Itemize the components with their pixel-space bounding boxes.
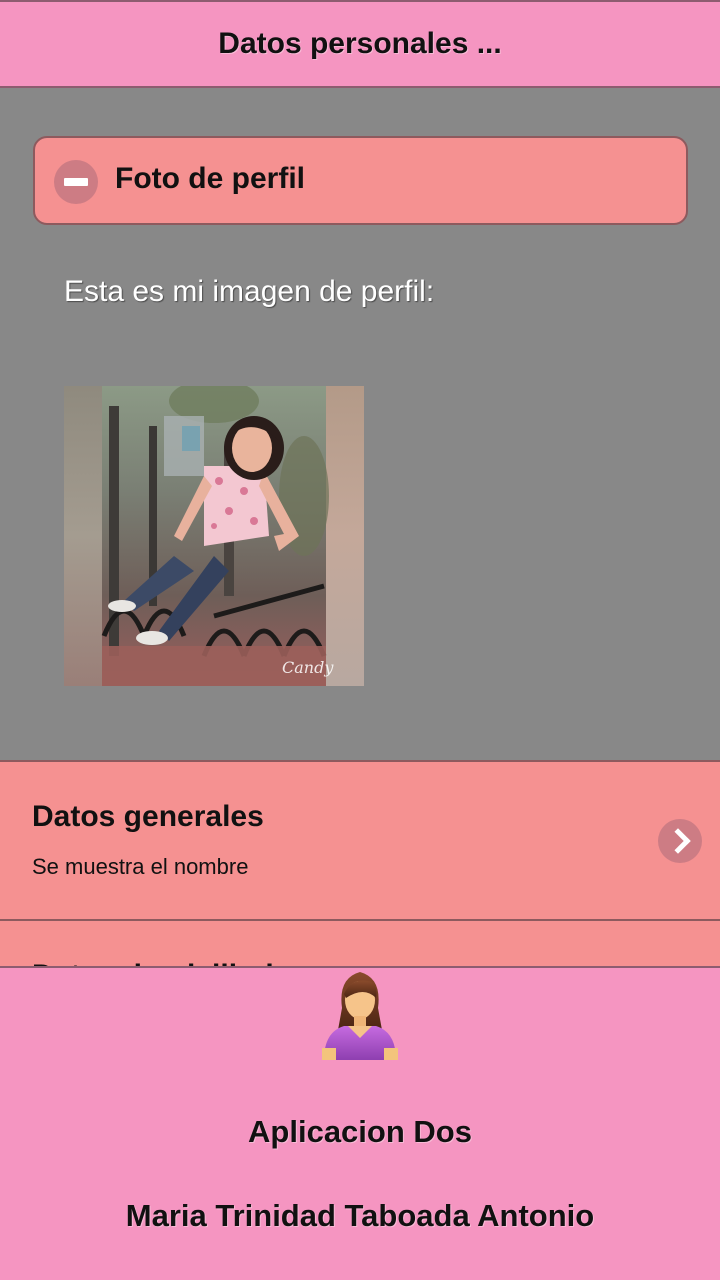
photo-watermark: Candy xyxy=(282,658,334,677)
minus-icon[interactable] xyxy=(54,160,98,204)
page-title: Datos personales ... xyxy=(218,27,502,60)
app-footer: Aplicacion Dos Maria Trinidad Taboada An… xyxy=(0,966,720,1280)
footer-app-name: Aplicacion Dos xyxy=(248,1114,472,1149)
footer-user-name: Maria Trinidad Taboada Antonio xyxy=(125,1198,595,1233)
collapsible-foto-de-perfil[interactable]: Foto de perfil xyxy=(33,136,688,225)
list-item-datos-domiciliarios[interactable]: Datos domiciliarios xyxy=(0,921,720,971)
app-header: Datos personales ... xyxy=(0,0,720,88)
profile-photo-image: Candy xyxy=(64,386,364,686)
main-content[interactable]: Foto de perfil Esta es mi imagen de perf… xyxy=(0,88,720,760)
list-item-title: Datos generales xyxy=(32,800,264,833)
profile-photo: Candy xyxy=(64,386,364,686)
list-item-datos-generales[interactable]: Datos generales Se muestra el nombre xyxy=(0,760,720,921)
chevron-right-icon[interactable] xyxy=(658,819,702,863)
list-item-subtitle: Se muestra el nombre xyxy=(32,854,249,879)
profile-description: Esta es mi imagen de perfil: xyxy=(64,275,435,308)
collapsible-title: Foto de perfil xyxy=(115,162,305,195)
female-user-icon xyxy=(322,972,398,1060)
